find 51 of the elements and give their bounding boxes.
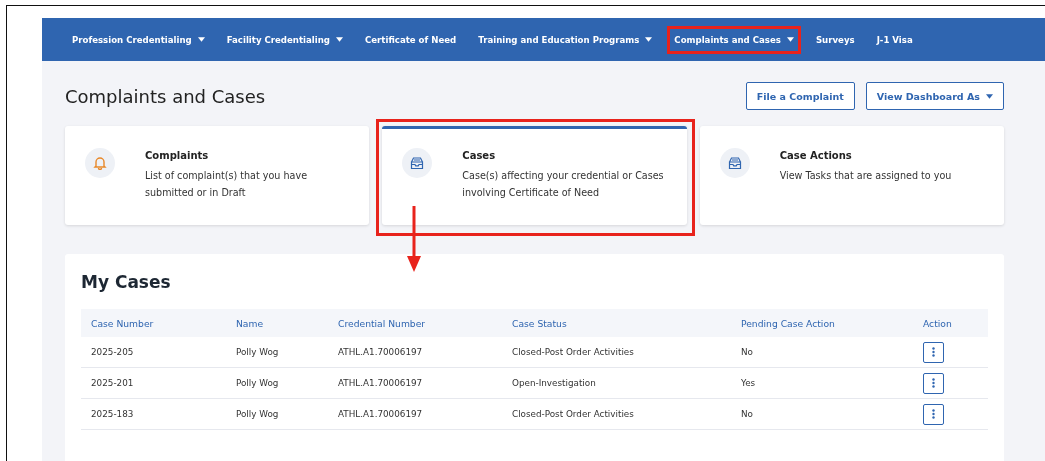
column-header: Credential Number [328, 309, 502, 337]
annotation-arrow [407, 206, 422, 272]
more-actions-button[interactable] [923, 341, 944, 363]
nav-menu-item[interactable]: J-1 Visa [869, 25, 920, 54]
table-cell: ATHL.A1.70006197 [328, 399, 502, 430]
nav-menu-item[interactable]: Profession Credentialing [65, 25, 212, 54]
card-title: Case Actions [779, 150, 853, 161]
column-header: Pending Case Action [731, 309, 912, 337]
column-header: Case Number [81, 309, 226, 337]
bell-icon [93, 156, 107, 170]
page-title: Complaints and Cases [65, 85, 267, 107]
inbox-icon [410, 156, 425, 170]
summary-card[interactable]: Complaints List of complaint(s) that you have submitted or in Draft [65, 126, 370, 225]
table-cell: Open-Investigation [502, 368, 731, 399]
file-complaint-button[interactable]: File a Complaint [745, 82, 855, 110]
column-header: Action [912, 309, 988, 337]
inbox-icon [727, 156, 742, 170]
table-cell: ATHL.A1.70006197 [328, 368, 502, 399]
column-header: Name [226, 309, 328, 337]
more-actions-button[interactable] [923, 403, 944, 425]
table-cell: Polly Wog [226, 337, 328, 368]
kebab-icon [932, 378, 935, 388]
table-cell: ATHL.A1.70006197 [328, 337, 502, 368]
card-description: View Tasks that are assigned to you [779, 169, 952, 183]
card-description: Case(s) affecting your credential or Cases involving Certificate of Need [462, 169, 665, 200]
column-header: Case Status [502, 309, 731, 337]
card-title: Cases [462, 150, 497, 161]
table-cell: Polly Wog [226, 399, 328, 430]
nav-menu-item[interactable]: Surveys [808, 25, 862, 54]
card-description: List of complaint(s) that you have submitted or in Draft [145, 169, 309, 200]
table-cell: Yes [731, 368, 912, 399]
nav-menu-item[interactable]: Certificate of Need [358, 25, 464, 54]
table-cell: 2025-201 [81, 368, 226, 399]
table-cell: Closed-Post Order Activities [502, 337, 731, 368]
summary-card[interactable]: Cases Case(s) affecting your credential or Cases involving Certificate of Need [382, 126, 687, 225]
kebab-icon [932, 409, 935, 419]
nav-menu-item[interactable]: Complaints and Cases [667, 25, 801, 54]
nav-menu-item[interactable]: Facility Credentialing [219, 25, 350, 54]
kebab-icon [932, 347, 935, 357]
more-actions-button[interactable] [923, 372, 944, 394]
table-cell: 2025-205 [81, 337, 226, 368]
section-title: My Cases [81, 272, 172, 292]
table-cell: Polly Wog [226, 368, 328, 399]
table-cell: Closed-Post Order Activities [502, 399, 731, 430]
dropdown-button[interactable]: View Dashboard As [865, 82, 1004, 110]
nav-menu-item[interactable]: Training and Education Programs [471, 25, 660, 54]
table-cell: 2025-183 [81, 399, 226, 430]
table-cell: No [731, 337, 912, 368]
table-cell: No [731, 399, 912, 430]
summary-card[interactable]: Case Actions View Tasks that are assigned to you [699, 126, 1004, 225]
card-title: Complaints [145, 150, 210, 161]
